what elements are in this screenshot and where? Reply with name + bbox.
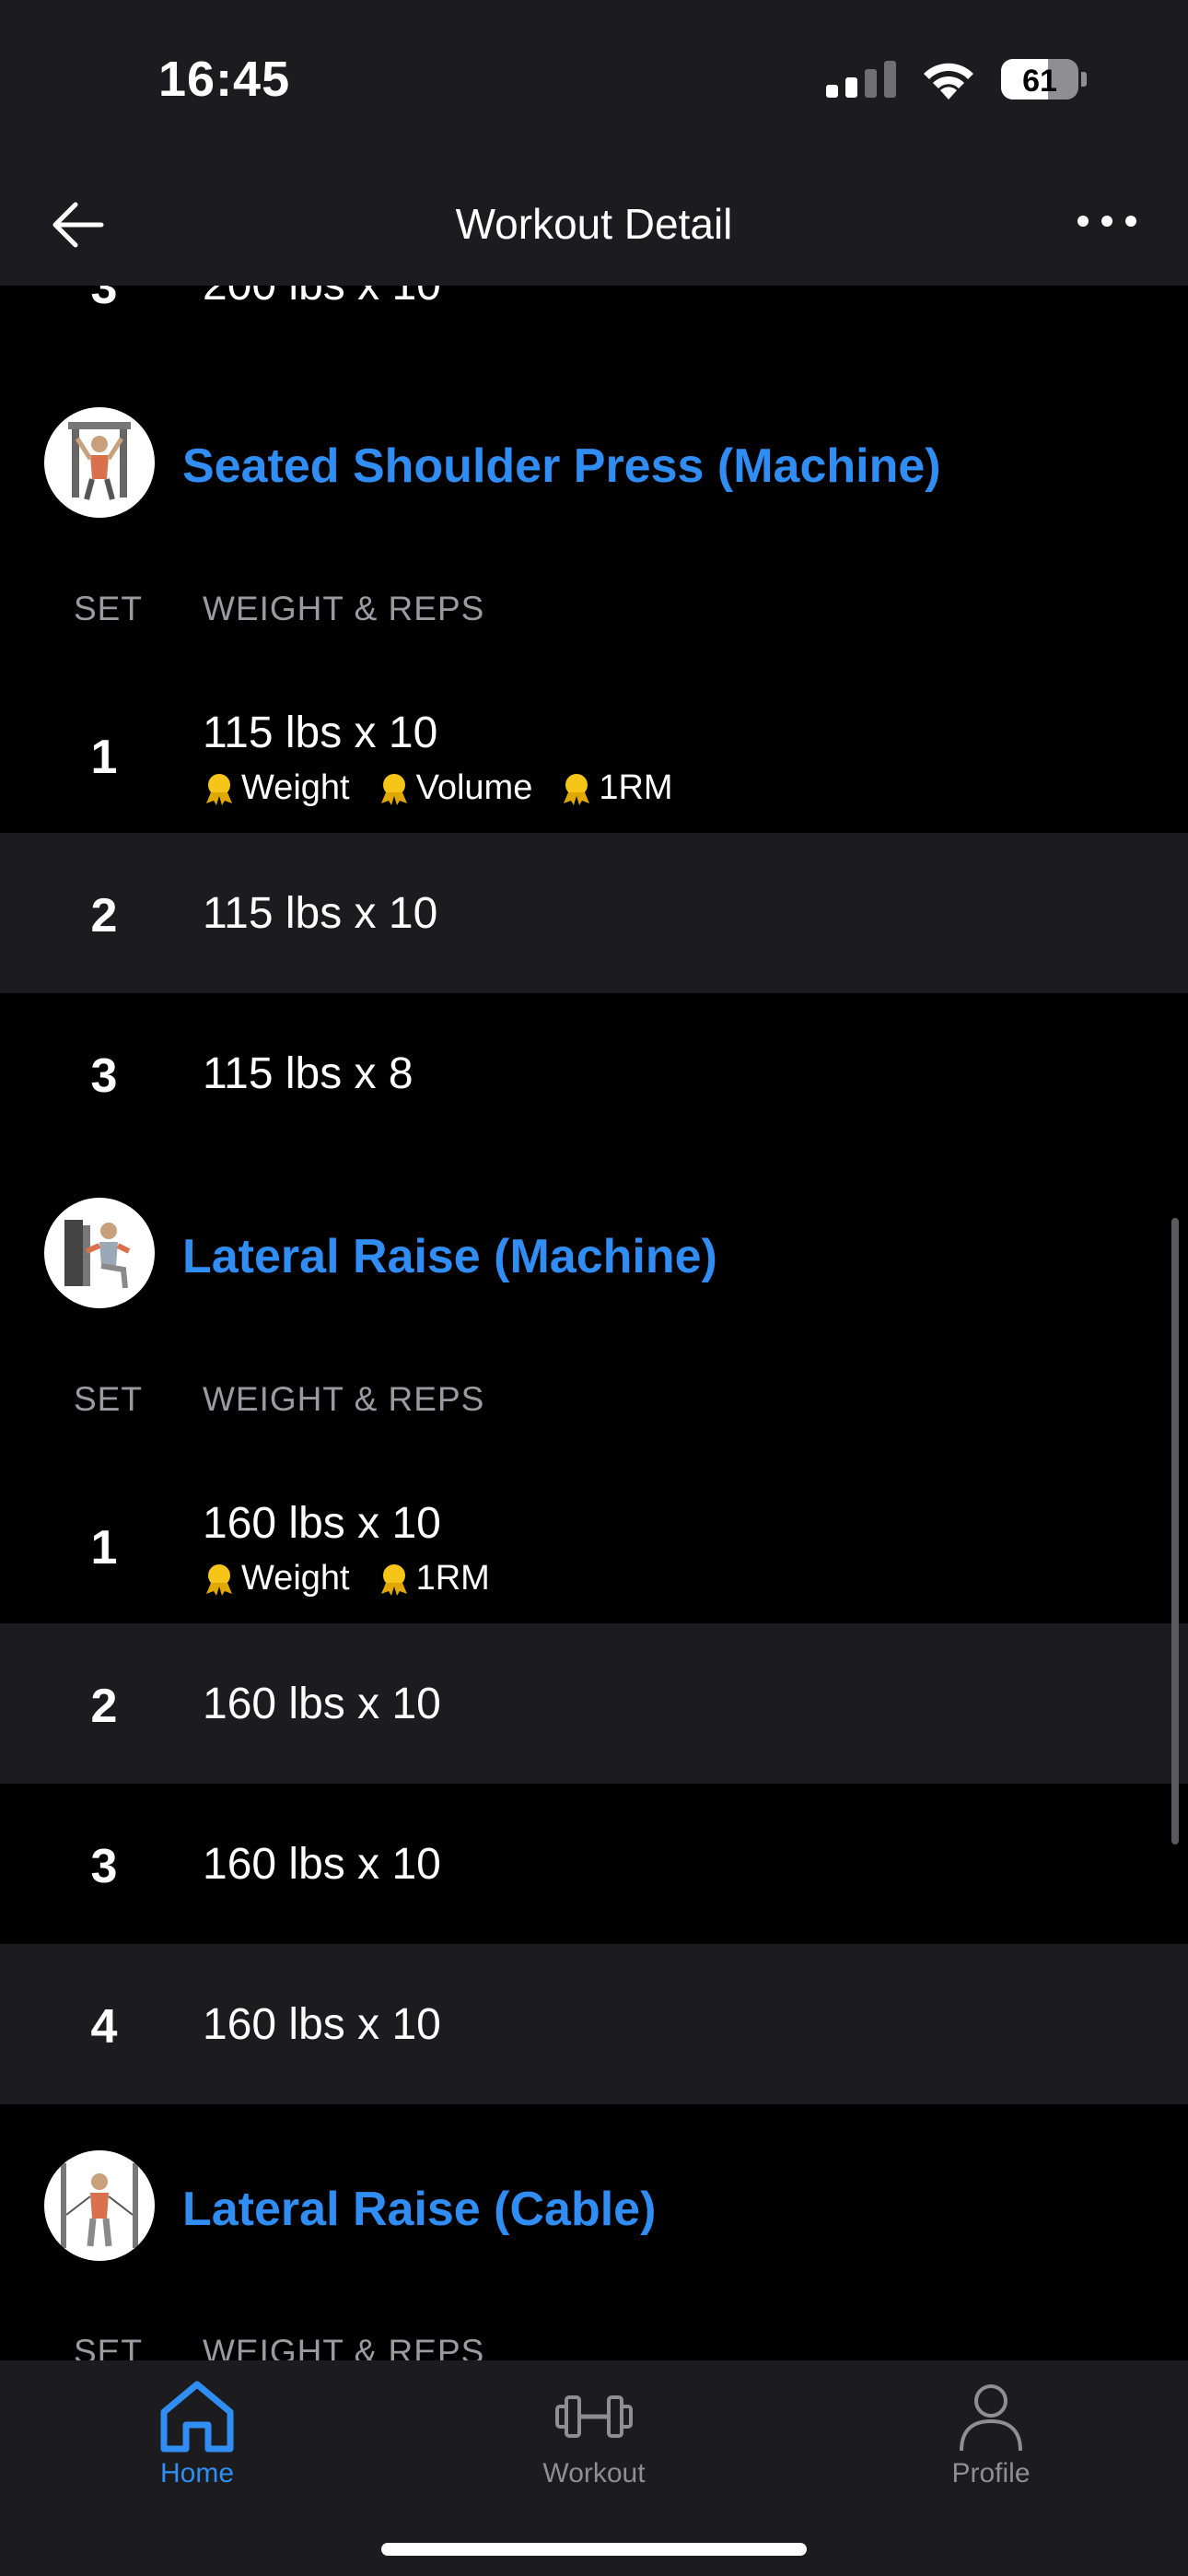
set-row: 4 160 lbs x 10 (0, 1944, 1188, 2104)
tab-workout[interactable]: Workout (456, 2377, 732, 2489)
workout-content[interactable]: 3 200 lbs x 10 Seated Shoulder Press (Ma… (0, 286, 1188, 2360)
battery-indicator: 61 (1001, 59, 1087, 100)
weight-reps: 160 lbs x 10 (203, 1840, 441, 1889)
cellular-signal-icon (826, 61, 896, 98)
tab-profile[interactable]: Profile (853, 2377, 1129, 2489)
battery-icon: 61 (1001, 59, 1078, 100)
exercise-header[interactable]: Lateral Raise (Cable) (0, 2141, 1188, 2270)
tab-home[interactable]: Home (59, 2377, 335, 2489)
set-row: 2 160 lbs x 10 (0, 1623, 1188, 1784)
set-row: 3 115 lbs x 8 (0, 993, 1188, 1153)
weight-reps: 200 lbs x 10 (203, 286, 441, 310)
weight-reps: 160 lbs x 10 (203, 1680, 441, 1728)
medal-icon (564, 773, 590, 805)
pr-badges: Weight 1RM (201, 1559, 490, 1598)
weight-reps: 115 lbs x 8 (203, 1049, 413, 1098)
pr-badge-label: Volume (415, 768, 533, 807)
weight-reps-column-label: WEIGHT & REPS (203, 2333, 485, 2360)
exercise-thumbnail (44, 1198, 155, 1308)
exercise-name[interactable]: Lateral Raise (Cable) (182, 2182, 656, 2237)
pr-badge: Weight (201, 1559, 350, 1598)
set-number: 4 (90, 2000, 118, 2054)
weight-reps: 160 lbs x 10 (203, 2000, 441, 2049)
person-icon (960, 2384, 1022, 2452)
weight-reps-column-label: WEIGHT & REPS (203, 590, 485, 627)
set-row: 3 160 lbs x 10 (0, 1784, 1188, 1944)
weight-reps-column-label: WEIGHT & REPS (203, 1380, 485, 1418)
set-number: 1 (90, 731, 118, 784)
medal-icon (380, 1563, 407, 1596)
pr-badge: 1RM (376, 1559, 490, 1598)
set-number: 1 (90, 1521, 118, 1575)
weight-reps: 115 lbs x 10 (203, 708, 438, 757)
set-number: 3 (90, 1049, 118, 1103)
scrollbar[interactable] (1171, 1218, 1179, 1844)
set-number: 3 (90, 1840, 118, 1893)
dumbbell-icon (555, 2395, 633, 2438)
status-time: 16:45 (158, 52, 291, 107)
set-row: 3 200 lbs x 10 (0, 286, 1188, 324)
weight-reps: 160 lbs x 10 (203, 1499, 441, 1548)
status-icons: 61 (826, 59, 1087, 100)
exercise-thumbnail (44, 2150, 155, 2261)
column-header: SET WEIGHT & REPS (0, 582, 1188, 638)
pr-badge-label: Weight (241, 1559, 350, 1598)
exercise-name[interactable]: Seated Shoulder Press (Machine) (182, 439, 941, 494)
set-number: 2 (90, 889, 118, 943)
set-column-label: SET (74, 2333, 143, 2360)
tab-label: Workout (542, 2458, 646, 2488)
set-row: 1 160 lbs x 10 Weight 1RM (0, 1465, 1188, 1625)
tab-bar: Home Workout Profile (0, 2360, 1188, 2576)
pr-badge: 1RM (558, 768, 673, 808)
pr-badges: Weight Volume 1RM (201, 768, 673, 808)
set-row: 1 115 lbs x 10 Weight Volume 1RM (0, 674, 1188, 835)
set-column-label: SET (74, 1380, 143, 1418)
more-options-icon[interactable] (1070, 203, 1144, 240)
column-header: SET WEIGHT & REPS (0, 2325, 1188, 2360)
set-column-label: SET (74, 590, 143, 627)
exercise-header[interactable]: Seated Shoulder Press (Machine) (0, 398, 1188, 527)
battery-percent: 61 (1022, 64, 1057, 99)
pr-badge-label: Weight (241, 768, 350, 807)
page-title: Workout Detail (455, 200, 733, 248)
tab-label: Home (159, 2458, 235, 2488)
battery-cap (1081, 72, 1087, 87)
home-icon (160, 2381, 234, 2453)
exercise-name[interactable]: Lateral Raise (Machine) (182, 1229, 717, 1284)
weight-reps: 115 lbs x 10 (203, 889, 438, 938)
home-indicator[interactable] (381, 2543, 807, 2556)
medal-icon (206, 773, 232, 805)
pr-badge: Volume (376, 768, 533, 808)
column-header: SET WEIGHT & REPS (0, 1373, 1188, 1428)
set-number: 3 (90, 286, 118, 314)
medal-icon (206, 1563, 232, 1596)
wifi-icon (924, 63, 973, 100)
pr-badge: Weight (201, 768, 350, 808)
tab-label: Profile (951, 2458, 1031, 2488)
set-number: 2 (90, 1680, 118, 1733)
pr-badge-label: 1RM (415, 1559, 490, 1598)
medal-icon (380, 773, 407, 805)
set-row: 2 115 lbs x 10 (0, 833, 1188, 993)
nav-bar: Workout Detail (0, 138, 1188, 286)
pr-badge-label: 1RM (599, 768, 673, 807)
status-bar: 16:45 61 (0, 0, 1188, 138)
exercise-header[interactable]: Lateral Raise (Machine) (0, 1188, 1188, 1317)
exercise-thumbnail (44, 407, 155, 518)
